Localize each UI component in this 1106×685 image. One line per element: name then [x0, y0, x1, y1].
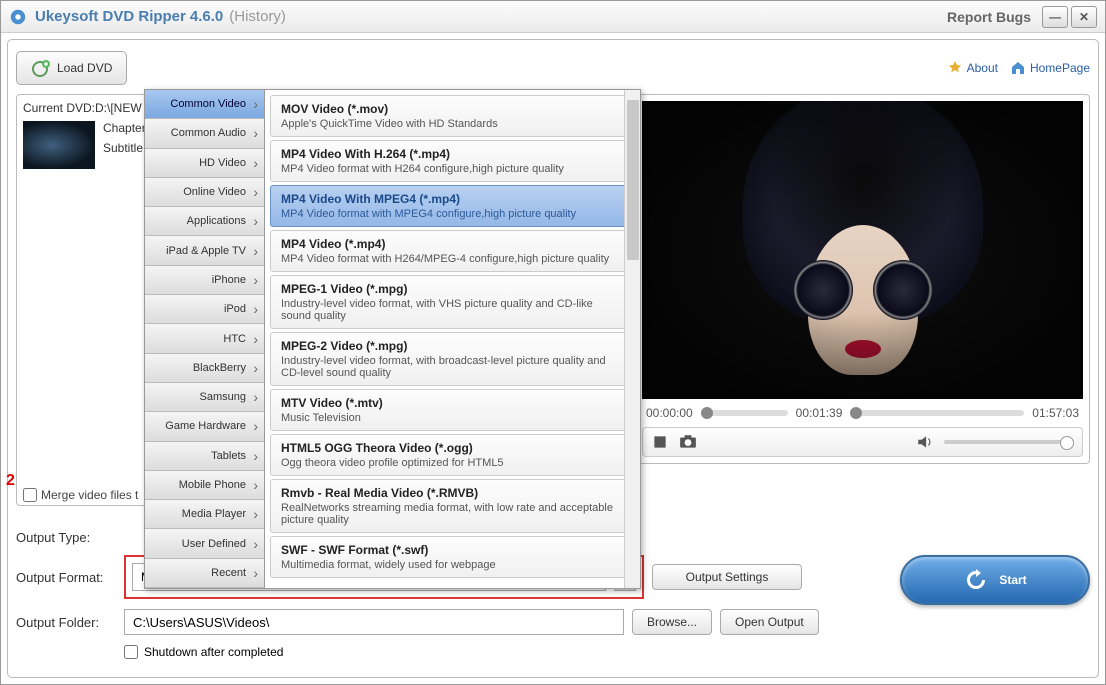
format-title: MP4 Video With MPEG4 (*.mp4) — [281, 192, 624, 206]
camera-icon[interactable] — [679, 433, 697, 451]
history-link[interactable]: (History) — [229, 8, 286, 25]
content-area: Current DVD:D:\[NEW Chapters Subtitle M — [16, 94, 1090, 520]
time-start: 00:00:00 — [646, 406, 693, 420]
home-icon — [1010, 60, 1026, 76]
format-desc: Music Television — [281, 412, 624, 424]
output-type-label: Output Type: — [16, 530, 116, 545]
category-mobile-phone[interactable]: Mobile Phone — [145, 471, 264, 500]
time-bar: 00:00:00 00:01:39 01:57:03 — [642, 403, 1083, 423]
format-title: MPEG-1 Video (*.mpg) — [281, 282, 624, 296]
disc-plus-icon — [31, 58, 51, 78]
category-recent[interactable]: Recent — [145, 559, 264, 588]
browse-button[interactable]: Browse... — [632, 609, 712, 635]
category-common-video[interactable]: Common Video — [145, 90, 264, 119]
format-desc: Industry-level video format, with VHS pi… — [281, 298, 624, 322]
format-option[interactable]: Rmvb - Real Media Video (*.RMVB) RealNetw… — [270, 479, 635, 533]
format-title: MPEG-2 Video (*.mpg) — [281, 339, 624, 353]
merge-label: Merge video files t — [41, 488, 138, 502]
format-option[interactable]: MTV Video (*.mtv) Music Television — [270, 389, 635, 431]
output-settings-button[interactable]: Output Settings — [652, 564, 802, 590]
format-option[interactable]: MOV Video (*.mov) Apple's QuickTime Video… — [270, 95, 635, 137]
format-option[interactable]: MPEG-2 Video (*.mpg) Industry-level video… — [270, 332, 635, 386]
app-title: Ukeysoft DVD Ripper — [35, 8, 186, 25]
app-window: Ukeysoft DVD Ripper 4.6.0 (History) Repo… — [0, 0, 1106, 685]
right-panel: 00:00:00 00:01:39 01:57:03 — [635, 94, 1090, 520]
dvd-thumbnail — [23, 121, 95, 169]
star-icon — [947, 60, 963, 76]
format-title: Rmvb - Real Media Video (*.RMVB) — [281, 486, 624, 500]
format-title: HTML5 OGG Theora Video (*.ogg) — [281, 441, 624, 455]
format-desc: MP4 Video format with H264 configure,hig… — [281, 163, 624, 175]
format-desc: Ogg theora video profile optimized for H… — [281, 457, 624, 469]
output-folder-label: Output Folder: — [16, 615, 116, 630]
category-applications[interactable]: Applications — [145, 207, 264, 236]
refresh-icon — [963, 567, 989, 593]
category-common-audio[interactable]: Common Audio — [145, 119, 264, 148]
format-desc: Apple's QuickTime Video with HD Standard… — [281, 118, 624, 130]
format-title: MP4 Video With H.264 (*.mp4) — [281, 147, 624, 161]
category-column: Common VideoCommon AudioHD VideoOnline V… — [145, 90, 265, 588]
time-pos: 00:01:39 — [796, 406, 843, 420]
homepage-link[interactable]: HomePage — [1010, 60, 1090, 76]
minimize-button[interactable]: — — [1042, 6, 1068, 28]
top-toolbar: Load DVD About HomePage — [16, 48, 1090, 88]
format-title: MP4 Video (*.mp4) — [281, 237, 624, 251]
format-desc: Multimedia format, widely used for webpa… — [281, 559, 624, 571]
format-option[interactable]: MP4 Video (*.mp4) MP4 Video format with H… — [270, 230, 635, 272]
format-option[interactable]: MP4 Video With H.264 (*.mp4) MP4 Video fo… — [270, 140, 635, 182]
shutdown-checkbox[interactable] — [124, 645, 138, 659]
category-online-video[interactable]: Online Video — [145, 178, 264, 207]
about-link[interactable]: About — [947, 60, 998, 76]
seek-slider[interactable] — [701, 410, 788, 416]
step-number-2: 2 — [6, 472, 15, 490]
close-button[interactable]: ✕ — [1071, 6, 1097, 28]
format-option[interactable]: SWF - SWF Format (*.swf) Multimedia forma… — [270, 536, 635, 578]
scrollbar[interactable] — [624, 90, 640, 588]
main-frame: Load DVD About HomePage Current DVD:D:\[… — [7, 39, 1099, 678]
player-controls — [642, 427, 1083, 457]
load-dvd-button[interactable]: Load DVD — [16, 51, 127, 85]
load-dvd-label: Load DVD — [57, 61, 112, 75]
app-logo-icon — [9, 8, 27, 26]
format-title: MOV Video (*.mov) — [281, 102, 624, 116]
preview-panel: 00:00:00 00:01:39 01:57:03 — [635, 94, 1090, 464]
format-option[interactable]: MP4 Video With MPEG4 (*.mp4) MP4 Video fo… — [270, 185, 635, 227]
app-version: 4.6.0 — [190, 8, 223, 25]
volume-slider[interactable] — [944, 440, 1074, 444]
output-format-label: Output Format: — [16, 570, 116, 585]
category-blackberry[interactable]: BlackBerry — [145, 354, 264, 383]
open-output-button[interactable]: Open Output — [720, 609, 819, 635]
merge-checkbox[interactable] — [23, 488, 37, 502]
format-column: MOV Video (*.mov) Apple's QuickTime Video… — [265, 90, 640, 588]
category-user-defined[interactable]: User Defined — [145, 529, 264, 558]
time-end: 01:57:03 — [1032, 406, 1079, 420]
report-bugs-link[interactable]: Report Bugs — [947, 9, 1031, 25]
seek-slider-2[interactable] — [850, 410, 1024, 416]
format-option[interactable]: HTML5 OGG Theora Video (*.ogg) Ogg theora… — [270, 434, 635, 476]
category-ipod[interactable]: iPod — [145, 295, 264, 324]
format-desc: MP4 Video format with H264/MPEG-4 config… — [281, 253, 624, 265]
category-hd-video[interactable]: HD Video — [145, 149, 264, 178]
format-desc: Industry-level video format, with broadc… — [281, 355, 624, 379]
stop-icon[interactable] — [651, 433, 669, 451]
video-preview[interactable] — [642, 101, 1083, 399]
titlebar: Ukeysoft DVD Ripper 4.6.0 (History) Repo… — [1, 1, 1105, 33]
format-desc: RealNetworks streaming media format, wit… — [281, 502, 624, 526]
format-title: MTV Video (*.mtv) — [281, 396, 624, 410]
start-button[interactable]: Start — [900, 555, 1090, 605]
category-tablets[interactable]: Tablets — [145, 442, 264, 471]
format-title: SWF - SWF Format (*.swf) — [281, 543, 624, 557]
category-iphone[interactable]: iPhone — [145, 266, 264, 295]
category-htc[interactable]: HTC — [145, 324, 264, 353]
volume-icon[interactable] — [916, 433, 934, 451]
format-option[interactable]: MPEG-1 Video (*.mpg) Industry-level video… — [270, 275, 635, 329]
category-samsung[interactable]: Samsung — [145, 383, 264, 412]
shutdown-label: Shutdown after completed — [144, 645, 283, 659]
output-folder-input[interactable] — [124, 609, 624, 635]
format-desc: MP4 Video format with MPEG4 configure,hi… — [281, 208, 624, 220]
category-ipad-apple-tv[interactable]: iPad & Apple TV — [145, 236, 264, 265]
category-media-player[interactable]: Media Player — [145, 500, 264, 529]
category-game-hardware[interactable]: Game Hardware — [145, 412, 264, 441]
format-dropdown: Common VideoCommon AudioHD VideoOnline V… — [144, 89, 641, 589]
